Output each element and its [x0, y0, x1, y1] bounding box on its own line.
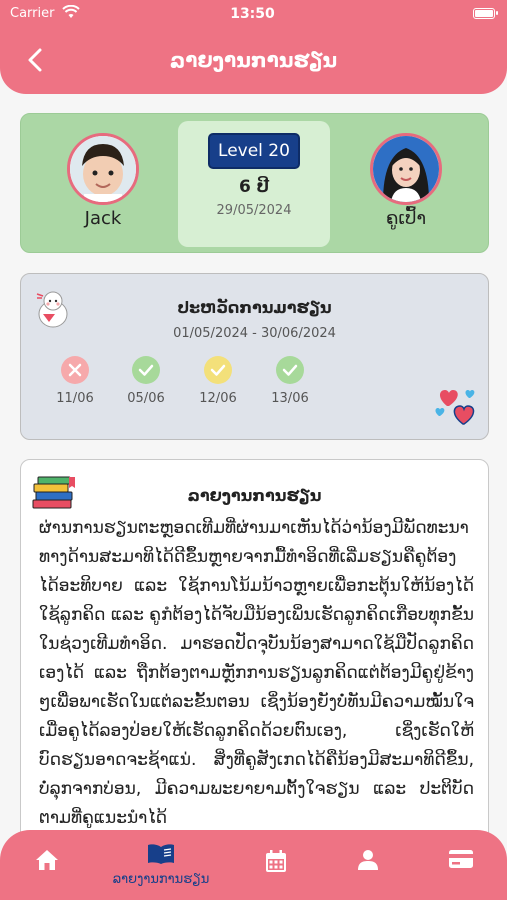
- book-icon: [148, 844, 174, 864]
- report-body-text: ຜ່ານການຮຽນຕະຫຼອດເທີມທີ່ຜ່ານມາເຫັນໄດ້ວ່ານ…: [39, 518, 474, 828]
- bottom-tab-bar: ລາຍງານການຮຽນ: [0, 830, 507, 900]
- history-title: ປະຫວັດການມາຮຽນ: [177, 298, 332, 317]
- absent-icon: [61, 356, 89, 384]
- attendance-date: 12/06: [199, 391, 237, 406]
- tab-profile[interactable]: [318, 830, 418, 900]
- report-date: 29/05/2024: [216, 203, 292, 218]
- tab-payment[interactable]: [411, 830, 507, 900]
- status-time: 13:50: [230, 6, 275, 22]
- check-icon: [132, 356, 160, 384]
- attendance-history-card: ປະຫວັດການມາຮຽນ 01/05/2024 - 30/06/2024 1…: [20, 273, 489, 440]
- attendance-date: 05/06: [127, 391, 165, 406]
- back-arrow-icon[interactable]: [22, 46, 50, 74]
- teacher-name: ຄູເປົ້າ: [385, 208, 427, 229]
- user-icon: [358, 850, 378, 870]
- hearts-icon: [435, 390, 475, 425]
- calendar-icon: [266, 850, 286, 872]
- tab-home[interactable]: [0, 830, 97, 900]
- tab-report-label: ລາຍງານການຮຽນ: [112, 872, 210, 887]
- student-age: 6 ປີ: [238, 177, 270, 197]
- attendance-day: 05/06: [116, 356, 176, 406]
- student-name: Jack: [84, 208, 122, 229]
- teacher-avatar: [370, 133, 442, 205]
- level-panel: Level 20 6 ປີ 29/05/2024: [178, 121, 330, 247]
- report-title: ລາຍງານການຮຽນ: [187, 486, 322, 505]
- report-card: ລາຍງານການຮຽນ ຜ່ານການຮຽນຕະຫຼອດເທີມທີ່ຜ່ານ…: [20, 459, 489, 889]
- status-bar: Carrier 13:50: [10, 5, 498, 24]
- student-avatar: [67, 133, 139, 205]
- app-header: Carrier 13:50 ລາຍງານການຮຽນ: [0, 0, 507, 94]
- attendance-date: 11/06: [56, 391, 94, 406]
- battery-icon: [473, 8, 498, 19]
- tab-report[interactable]: ລາຍງານການຮຽນ: [111, 830, 211, 900]
- page-title: ລາຍງານການຮຽນ: [169, 48, 338, 72]
- level-badge: Level 20: [208, 133, 300, 169]
- check-icon: [276, 356, 304, 384]
- attendance-day: 12/06: [188, 356, 248, 406]
- card-icon: [449, 850, 473, 868]
- attendance-day: 11/06: [45, 356, 105, 406]
- history-date-range: 01/05/2024 - 30/06/2024: [173, 326, 336, 341]
- attendance-day: 13/06: [260, 356, 320, 406]
- late-check-icon: [204, 356, 232, 384]
- attendance-date: 13/06: [271, 391, 309, 406]
- tab-calendar[interactable]: [226, 830, 326, 900]
- student-profile-card: Jack Level 20 6 ປີ 29/05/2024 ຄູເປົ້າ: [20, 113, 489, 253]
- home-icon: [36, 850, 58, 870]
